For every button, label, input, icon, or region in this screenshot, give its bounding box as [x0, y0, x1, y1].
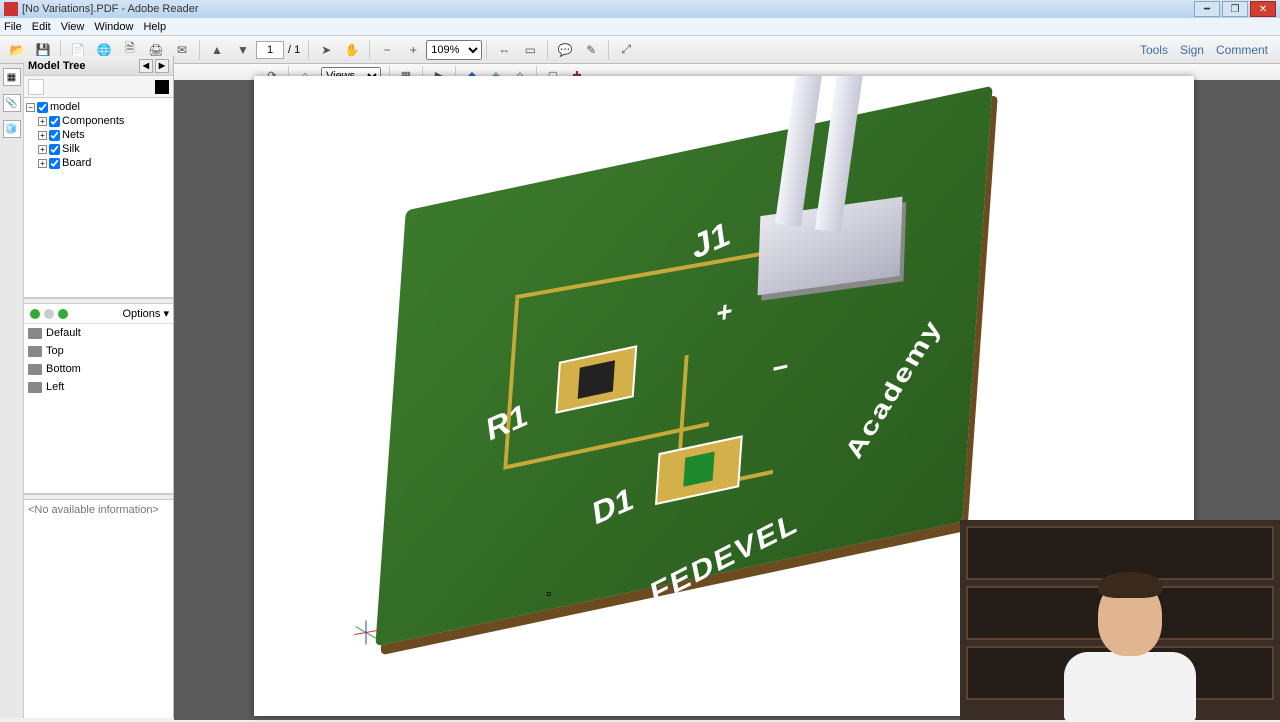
window-controls: ━ ❐ ✕ — [1192, 1, 1276, 17]
page-down-icon[interactable]: ▼ — [232, 39, 254, 61]
color-swatch[interactable] — [155, 80, 169, 94]
expand-icon[interactable]: + — [38, 145, 47, 154]
axis-gizmo — [334, 602, 394, 652]
view-left[interactable]: Left — [24, 378, 173, 396]
tree-node-nets[interactable]: + Nets — [26, 128, 171, 142]
view-thumb-icon — [28, 382, 42, 393]
menu-view[interactable]: View — [61, 21, 85, 33]
panel-title: Model Tree — [28, 60, 85, 72]
select-tool-icon[interactable]: ➤ — [315, 39, 337, 61]
panel-header: Model Tree ◀ ▶ — [24, 56, 173, 76]
cursor-icon: ▫ — [546, 586, 552, 592]
title-bar: [No Variations].PDF - Adobe Reader ━ ❐ ✕ — [0, 0, 1280, 18]
expand-icon[interactable]: + — [38, 131, 47, 140]
tree-checkbox[interactable] — [49, 144, 60, 155]
expand-icon[interactable]: − — [26, 103, 35, 112]
fit-page-icon[interactable]: ▭ — [519, 39, 541, 61]
page-total-label: / 1 — [288, 44, 300, 56]
main-toolbar: 📂 💾 📄 🌐 🗎 🖨 ✉ ▲ ▼ / 1 ➤ ✋ − + 109% ⇔ ▭ 💬… — [0, 36, 1280, 64]
window-title: [No Variations].PDF - Adobe Reader — [22, 3, 1192, 15]
info-text: <No available information> — [28, 504, 159, 516]
minimize-button[interactable]: ━ — [1194, 1, 1220, 17]
tree-node-silk[interactable]: + Silk — [26, 142, 171, 156]
model-tree: − model + Components + Nets + Silk + Boa… — [24, 98, 173, 298]
minus-mark: − — [771, 350, 789, 387]
info-section: <No available information> — [24, 500, 173, 718]
connector-j1 — [724, 76, 924, 296]
tree-node-components[interactable]: + Components — [26, 114, 171, 128]
app-icon — [4, 2, 18, 16]
highlight-icon[interactable]: ✎ — [580, 39, 602, 61]
close-button[interactable]: ✕ — [1250, 1, 1276, 17]
model-tree-icon[interactable]: 🧊 — [3, 120, 21, 138]
sign-tab[interactable]: Sign — [1180, 43, 1204, 57]
maximize-button[interactable]: ❐ — [1222, 1, 1248, 17]
menu-edit[interactable]: Edit — [32, 21, 51, 33]
view-thumb-icon — [28, 328, 42, 339]
plus-mark: + — [715, 294, 733, 331]
tree-root[interactable]: − model — [26, 100, 171, 114]
tree-checkbox[interactable] — [49, 116, 60, 127]
menu-help[interactable]: Help — [143, 21, 166, 33]
menu-file[interactable]: File — [4, 21, 22, 33]
comment-tab[interactable]: Comment — [1216, 43, 1268, 57]
tree-node-board[interactable]: + Board — [26, 156, 171, 170]
options-menu[interactable]: Options ▾ — [123, 307, 170, 320]
views-section: Options ▾ Default Top Bottom Left — [24, 304, 173, 494]
fit-width-icon[interactable]: ⇔ — [493, 39, 515, 61]
presenter — [1050, 560, 1210, 720]
zoom-in-icon[interactable]: + — [402, 39, 424, 61]
comment-tool-icon[interactable]: 💬 — [554, 39, 576, 61]
panel-toolbar — [24, 76, 173, 98]
page-number-input[interactable] — [256, 41, 284, 59]
zoom-select[interactable]: 109% — [426, 40, 482, 60]
panel-collapse-icon[interactable]: ◀ — [139, 59, 153, 73]
view-top[interactable]: Top — [24, 342, 173, 360]
menu-bar: File Edit View Window Help — [0, 18, 1280, 36]
tree-checkbox[interactable] — [49, 158, 60, 169]
tree-checkbox[interactable] — [37, 102, 48, 113]
read-mode-icon[interactable]: ⤢ — [615, 39, 637, 61]
view-default[interactable]: Default — [24, 324, 173, 342]
attachments-icon[interactable]: 📎 — [3, 94, 21, 112]
email-icon[interactable]: ✉ — [171, 39, 193, 61]
tree-checkbox[interactable] — [49, 130, 60, 141]
view-thumb-icon — [28, 364, 42, 375]
thumbnails-icon[interactable]: ▦ — [3, 68, 21, 86]
page-up-icon[interactable]: ▲ — [206, 39, 228, 61]
expand-icon[interactable]: + — [38, 117, 47, 126]
tree-menu-icon[interactable] — [28, 79, 44, 95]
expand-icon[interactable]: + — [38, 159, 47, 168]
view-thumb-icon — [28, 346, 42, 357]
zoom-out-icon[interactable]: − — [376, 39, 398, 61]
tools-tab[interactable]: Tools — [1140, 43, 1168, 57]
model-tree-panel: Model Tree ◀ ▶ − model + Components + Ne… — [24, 56, 174, 718]
menu-window[interactable]: Window — [94, 21, 133, 33]
nav-strip: ▦ 📎 🧊 — [0, 64, 24, 718]
record-view-icon[interactable] — [30, 309, 40, 319]
view-bottom[interactable]: Bottom — [24, 360, 173, 378]
panel-close-icon[interactable]: ▶ — [155, 59, 169, 73]
step-view-icon[interactable] — [44, 309, 54, 319]
webcam-overlay — [960, 520, 1280, 720]
hand-tool-icon[interactable]: ✋ — [341, 39, 363, 61]
play-view-icon[interactable] — [58, 309, 68, 319]
